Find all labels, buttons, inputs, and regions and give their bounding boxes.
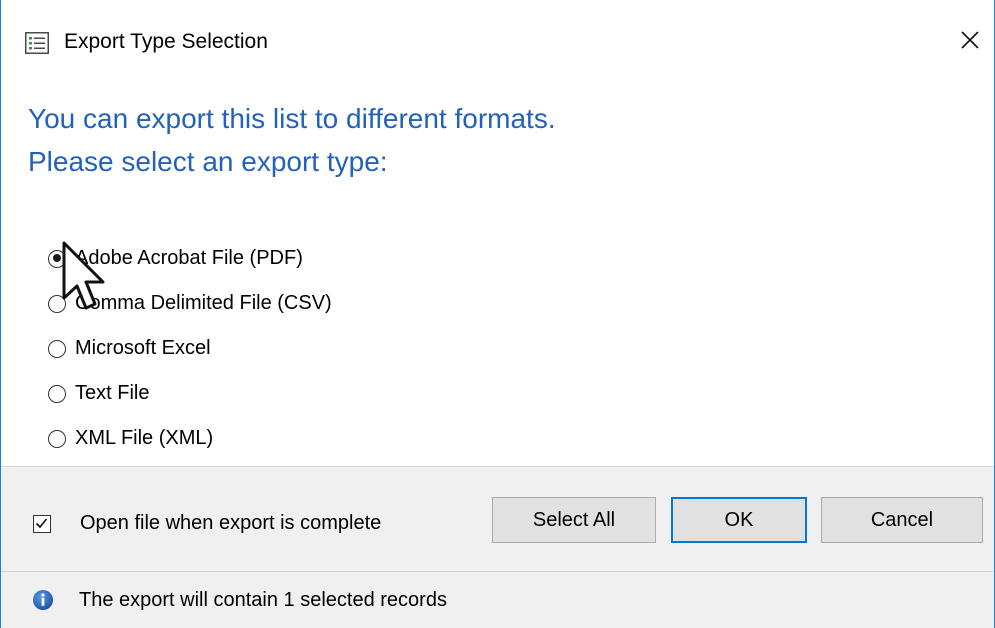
close-button[interactable] bbox=[946, 18, 994, 62]
option-label-pdf: Adobe Acrobat File (PDF) bbox=[75, 247, 303, 269]
instruction-line-1: You can export this list to different fo… bbox=[28, 103, 556, 134]
close-icon bbox=[961, 31, 979, 49]
option-csv[interactable]: Comma Delimited File (CSV) bbox=[48, 281, 332, 326]
option-pdf[interactable]: Adobe Acrobat File (PDF) bbox=[48, 236, 332, 281]
option-label-text: Text File bbox=[75, 382, 150, 404]
option-xml[interactable]: XML File (XML) bbox=[48, 416, 332, 461]
radio-xml[interactable] bbox=[48, 429, 66, 448]
list-window-icon bbox=[25, 32, 49, 54]
option-excel[interactable]: Microsoft Excel bbox=[48, 326, 332, 371]
window-title: Export Type Selection bbox=[64, 30, 268, 53]
status-text: The export will contain 1 selected recor… bbox=[79, 589, 447, 611]
radio-excel[interactable] bbox=[48, 339, 66, 358]
open-file-option[interactable]: Open file when export is complete bbox=[33, 512, 381, 535]
export-type-options: Adobe Acrobat File (PDF) Comma Delimited… bbox=[48, 236, 332, 461]
radio-pdf[interactable] bbox=[48, 249, 66, 268]
ok-button[interactable]: OK bbox=[671, 497, 807, 543]
select-all-button[interactable]: Select All bbox=[492, 497, 656, 543]
title-bar: Export Type Selection bbox=[1, 0, 994, 62]
radio-csv[interactable] bbox=[48, 294, 66, 313]
checkmark-icon bbox=[35, 517, 48, 528]
dialog-footer: Open file when export is complete Select… bbox=[1, 466, 994, 571]
instruction-line-2: Please select an export type: bbox=[28, 146, 388, 177]
radio-text[interactable] bbox=[48, 384, 66, 403]
open-file-checkbox[interactable] bbox=[33, 514, 51, 533]
cancel-button[interactable]: Cancel bbox=[821, 497, 983, 543]
status-bar: The export will contain 1 selected recor… bbox=[1, 571, 994, 628]
option-text[interactable]: Text File bbox=[48, 371, 332, 416]
option-label-csv: Comma Delimited File (CSV) bbox=[75, 292, 332, 314]
option-label-xml: XML File (XML) bbox=[75, 427, 214, 449]
option-label-excel: Microsoft Excel bbox=[75, 337, 211, 359]
export-type-dialog: Export Type Selection You can export thi… bbox=[0, 0, 995, 628]
info-icon bbox=[33, 590, 53, 610]
open-file-label: Open file when export is complete bbox=[80, 512, 382, 534]
